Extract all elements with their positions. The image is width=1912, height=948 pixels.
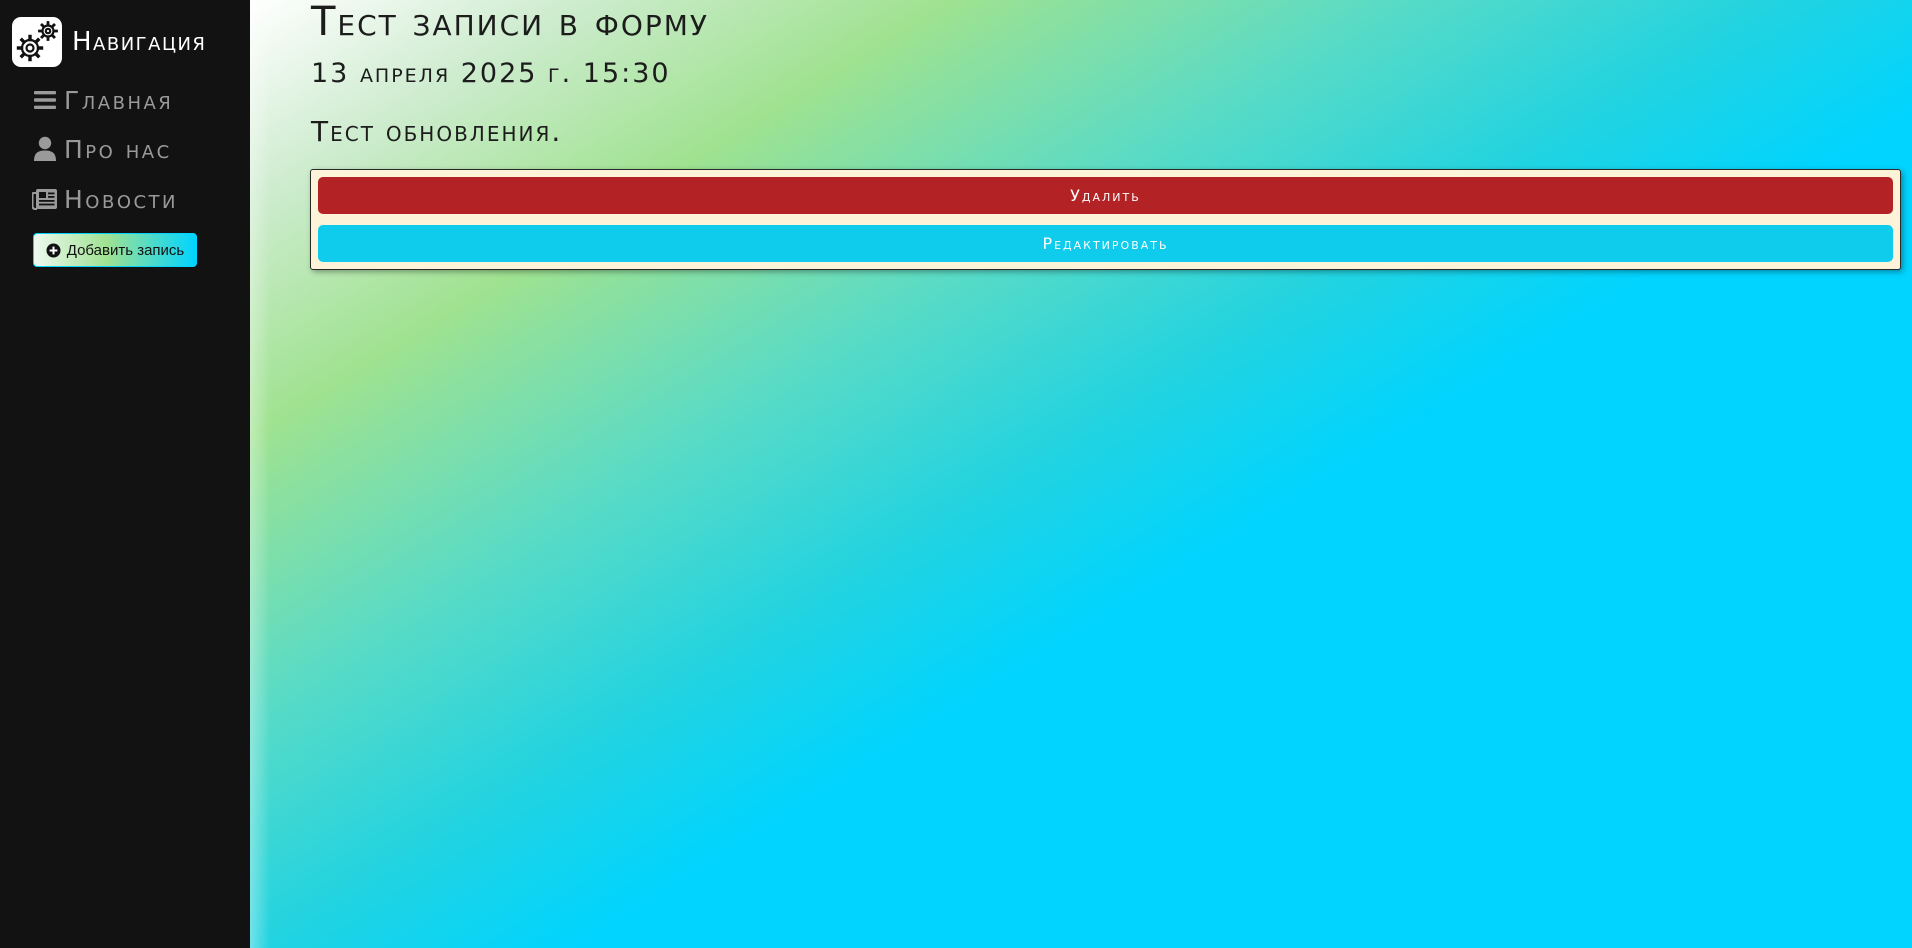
add-post-button[interactable]: Добавить запись bbox=[33, 233, 197, 267]
sidebar: Навигация Главная Про нас Новости Добави… bbox=[0, 0, 250, 948]
brand-title[interactable]: Навигация bbox=[72, 29, 206, 55]
delete-button[interactable]: Удалить bbox=[318, 177, 1893, 214]
plus-circle-icon bbox=[46, 243, 61, 258]
sidebar-item-label: Главная bbox=[64, 85, 174, 115]
post-body: Тест обновления. bbox=[311, 115, 563, 148]
sidebar-item-home[interactable]: Главная bbox=[32, 84, 173, 116]
newspaper-icon bbox=[32, 186, 58, 212]
sidebar-item-news[interactable]: Новости bbox=[32, 183, 178, 215]
sidebar-item-label: Новости bbox=[64, 184, 179, 214]
user-icon bbox=[32, 136, 58, 162]
edit-button[interactable]: Редактировать bbox=[318, 225, 1893, 262]
post-date: 13 апреля 2025 г. 15:30 bbox=[311, 58, 671, 89]
post-title: Тест записи в форму bbox=[311, 0, 709, 45]
add-post-label: Добавить запись bbox=[66, 241, 185, 259]
gears-icon bbox=[12, 17, 62, 67]
brand[interactable]: Навигация bbox=[12, 16, 206, 68]
main-content: Тест записи в форму 13 апреля 2025 г. 15… bbox=[250, 0, 1912, 948]
sidebar-item-about[interactable]: Про нас bbox=[32, 133, 172, 165]
bars-icon bbox=[32, 87, 58, 113]
sidebar-item-label: Про нас bbox=[64, 134, 172, 164]
post-actions-panel: Удалить Редактировать bbox=[310, 169, 1901, 270]
